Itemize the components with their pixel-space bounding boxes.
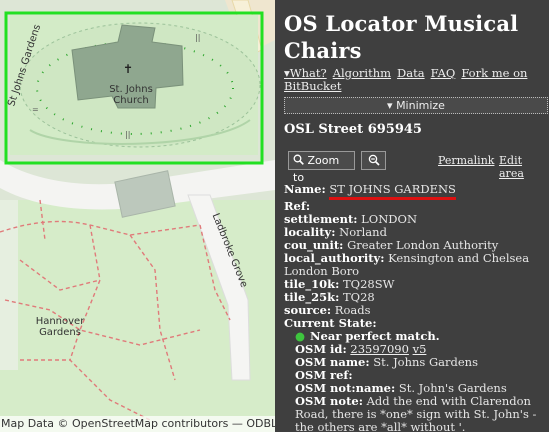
nav-data-link[interactable]: Data bbox=[397, 66, 425, 80]
church-cross-icon: ✝ bbox=[123, 62, 134, 76]
status-dot-icon: ● bbox=[295, 329, 306, 343]
osm-notname-value: St. John's Gardens bbox=[398, 381, 507, 395]
church-label-line2: Church bbox=[113, 95, 149, 106]
ref-label: Ref: bbox=[284, 199, 311, 213]
locality-label: locality: bbox=[284, 225, 336, 239]
tile-25k-label: tile_25k: bbox=[284, 290, 340, 304]
street-title: OSL Street 695945 bbox=[284, 122, 422, 137]
area-label-line1: Hannover bbox=[35, 316, 85, 327]
match-text: Near perfect match. bbox=[310, 329, 440, 343]
magnifier-icon bbox=[293, 154, 304, 165]
nav-algorithm-link[interactable]: Algorithm bbox=[333, 66, 391, 80]
source-value: Roads bbox=[334, 303, 371, 317]
info-panel: OS Locator Musical Chairs ▾What? Algorith… bbox=[275, 0, 549, 432]
tile-10k-label: tile_10k: bbox=[284, 277, 340, 291]
svg-text:=: = bbox=[32, 105, 39, 114]
minimize-button[interactable]: ▾ Minimize bbox=[284, 97, 548, 114]
edit-area-link[interactable]: Edit area bbox=[499, 154, 549, 180]
local-authority-label: local_authority: bbox=[284, 251, 385, 265]
permalink-link[interactable]: Permalink bbox=[438, 154, 494, 167]
magnifier-minus-icon bbox=[368, 154, 380, 166]
nav-faq-link[interactable]: FAQ bbox=[431, 66, 456, 80]
locality-value: Norland bbox=[339, 225, 387, 239]
name-value: ST JOHNS GARDENS bbox=[329, 183, 456, 200]
detail-name-row: Name: ST JOHNS GARDENS bbox=[284, 183, 549, 200]
osm-name-label: OSM name: bbox=[295, 355, 370, 369]
current-state-label: Current State: bbox=[284, 316, 377, 330]
app-title: OS Locator Musical Chairs bbox=[284, 11, 519, 63]
osm-note-label: OSM note: bbox=[295, 394, 363, 408]
zoom-to-button[interactable]: Zoom to bbox=[288, 151, 355, 184]
osm-id-label: OSM id: bbox=[295, 342, 347, 356]
osm-note-row: OSM note: Add the end with Clarendon Roa… bbox=[284, 395, 549, 432]
map-view[interactable]: || || = ✝ St. Johns Church St Johns Gard… bbox=[0, 0, 275, 432]
tile-10k-value: TQ28SW bbox=[343, 277, 395, 291]
cou-unit-value: Greater London Authority bbox=[347, 238, 499, 252]
church-label: St. Johns Church bbox=[100, 84, 162, 106]
controls-row: Zoom to Permalink Edit area bbox=[284, 151, 549, 184]
nav-what-link[interactable]: ▾What? bbox=[284, 66, 327, 80]
osm-ref-label: OSM ref: bbox=[295, 368, 353, 382]
source-label: source: bbox=[284, 303, 332, 317]
settlement-value: LONDON bbox=[361, 212, 418, 226]
detail-local-authority-row: local_authority: Kensington and Chelsea … bbox=[284, 252, 549, 278]
tile-25k-value: TQ28 bbox=[343, 290, 375, 304]
svg-text:||: || bbox=[125, 130, 130, 139]
nav-fork-line1: Fork me on bbox=[461, 66, 528, 80]
osm-version-link[interactable]: v5 bbox=[413, 342, 427, 356]
church-label-line1: St. Johns bbox=[109, 84, 153, 95]
nav-links: ▾What? Algorithm Data FAQ Fork me on BitBucke… bbox=[284, 67, 549, 93]
name-label: Name: bbox=[284, 182, 326, 196]
osm-name-value: St. Johns Gardens bbox=[373, 355, 478, 369]
zoom-out-button[interactable] bbox=[361, 151, 386, 170]
street-details: Name: ST JOHNS GARDENS Ref: settlement: … bbox=[284, 183, 549, 432]
osm-id-link[interactable]: 23597090 bbox=[350, 342, 409, 356]
svg-text:||: || bbox=[195, 33, 200, 42]
settlement-label: settlement: bbox=[284, 212, 358, 226]
osm-notname-label: OSM not:name: bbox=[295, 381, 396, 395]
area-label-hannover-gardens: Hannover Gardens bbox=[30, 316, 90, 338]
map-canvas[interactable]: || || = bbox=[0, 0, 275, 432]
nav-fork-line2: BitBucket bbox=[284, 79, 342, 93]
cou-unit-label: cou_unit: bbox=[284, 238, 344, 252]
area-label-line2: Gardens bbox=[39, 327, 81, 338]
map-attribution: Map Data © OpenStreetMap contributors — … bbox=[0, 416, 275, 432]
